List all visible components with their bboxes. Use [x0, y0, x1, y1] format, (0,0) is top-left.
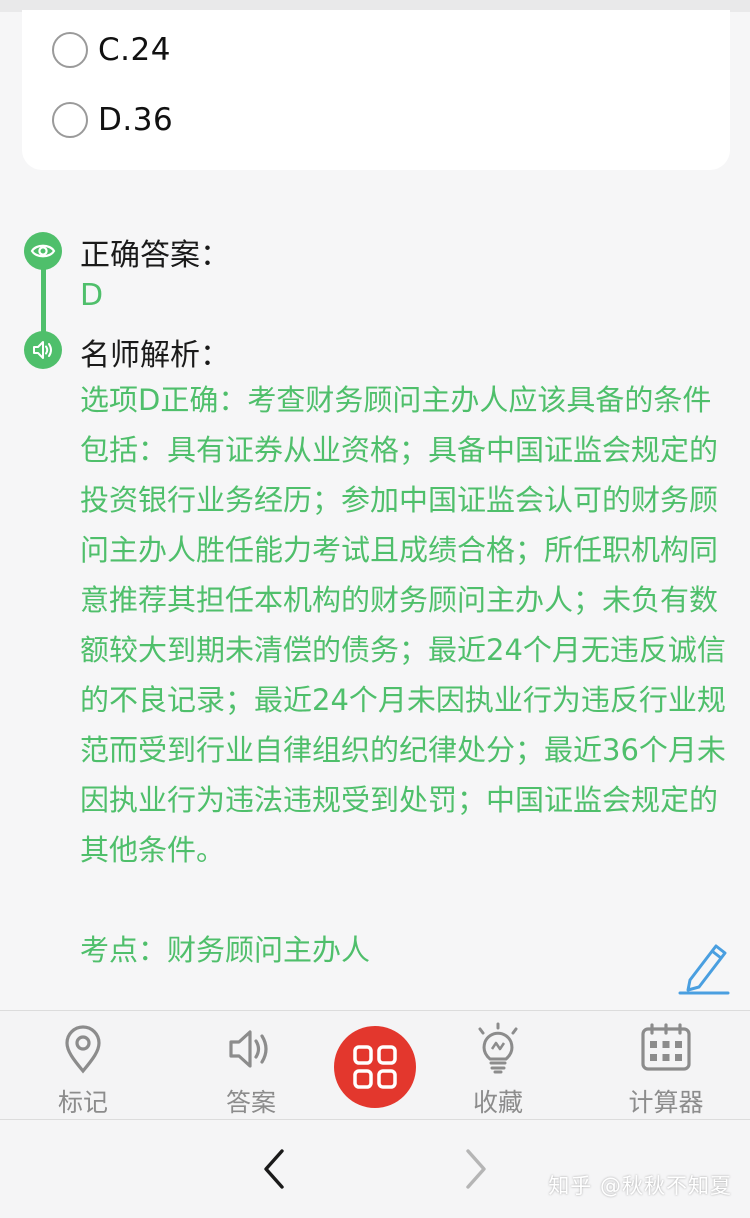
- tab-answer-label: 答案: [225, 1088, 276, 1117]
- option-c[interactable]: C.24: [52, 28, 171, 72]
- analysis-body: 选项D正确：考查财务顾问主办人应该具备的条件包括：具有证券从业资格；具备中国证监…: [80, 383, 726, 867]
- chevron-right-icon: [466, 1149, 486, 1189]
- chevron-left-icon: [264, 1149, 284, 1189]
- watermark: 知乎 @秋秋不知夏: [548, 1174, 732, 1198]
- tab-mark-label: 标记: [57, 1088, 108, 1117]
- correct-answer-title: 正确答案：: [80, 238, 230, 273]
- exam-point: 考点：财务顾问主办人: [80, 933, 371, 967]
- radio-button[interactable]: [52, 32, 88, 68]
- options-card: C.24 D.36: [22, 10, 730, 170]
- question-page: C.24 D.36 正确答案： D 名师解析： 选项D正确：考查财务顾问主办人应…: [0, 0, 750, 1218]
- back-button[interactable]: [255, 1146, 295, 1192]
- speaker-icon: [24, 331, 62, 369]
- tab-calculator[interactable]: 计算器: [606, 1011, 726, 1121]
- tab-calculator-label: 计算器: [628, 1088, 704, 1117]
- eye-icon: [24, 232, 62, 270]
- location-pin-icon: [65, 1025, 101, 1074]
- analysis-title: 名师解析：: [80, 338, 230, 373]
- speaker-icon: [229, 1030, 268, 1068]
- calculator-icon: [641, 1023, 691, 1071]
- edit-button[interactable]: [676, 938, 732, 996]
- radio-button[interactable]: [52, 102, 88, 138]
- correct-answer-value: D: [80, 278, 104, 313]
- option-label: C.24: [98, 32, 171, 68]
- tab-mark[interactable]: 标记: [23, 1011, 143, 1121]
- option-d[interactable]: D.36: [52, 98, 173, 142]
- lightbulb-icon: [478, 1022, 518, 1074]
- forward-button[interactable]: [455, 1146, 495, 1192]
- tab-favorite-label: 收藏: [472, 1088, 523, 1117]
- tab-answer[interactable]: 答案: [191, 1011, 311, 1121]
- grid-icon: [353, 1045, 397, 1089]
- pencil-icon: [678, 944, 730, 995]
- browser-nav-bar: [0, 1120, 750, 1218]
- question-grid-button[interactable]: [334, 1026, 416, 1108]
- option-label: D.36: [98, 102, 174, 138]
- timeline-line: [41, 262, 46, 340]
- tab-favorite[interactable]: 收藏: [438, 1011, 558, 1121]
